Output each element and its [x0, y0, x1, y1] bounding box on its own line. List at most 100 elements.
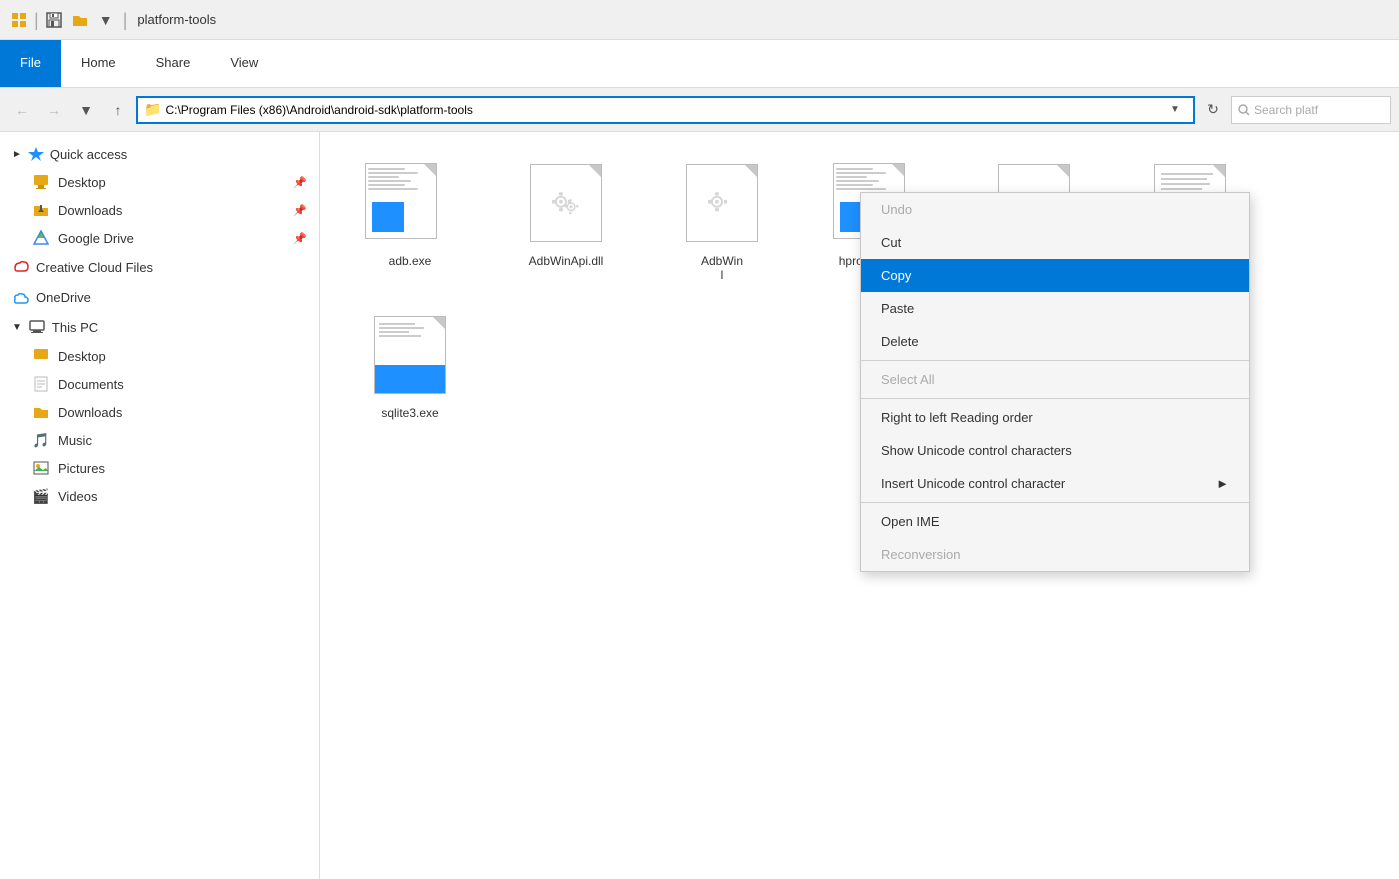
ctx-cut-label: Cut: [881, 235, 901, 250]
videos-icon: 🎬: [32, 487, 50, 505]
ctx-sep1: [861, 360, 1249, 361]
ctx-insert-unicode[interactable]: Insert Unicode control character ►: [861, 467, 1249, 500]
sidebar-onedrive-label: OneDrive: [36, 290, 91, 305]
pictures-icon: [32, 459, 50, 477]
titlebar-icon1: [8, 9, 30, 31]
address-bar: ← → ▼ ↑ 📁 C:\Program Files (x86)\Android…: [0, 88, 1399, 132]
desktop-icon: [32, 173, 50, 191]
dll-gear-icon: [547, 184, 585, 222]
ctx-copy-label: Copy: [881, 268, 911, 283]
title-bar: | ▼ | platform-tools: [0, 0, 1399, 40]
google-drive-icon: [32, 229, 50, 247]
sidebar-item-downloads[interactable]: Downloads 📌: [0, 196, 319, 224]
desktop-pin-icon: 📌: [293, 176, 307, 189]
search-placeholder: Search platf: [1254, 103, 1318, 117]
titlebar-quickstart[interactable]: | ▼: [8, 9, 117, 31]
ctx-open-ime[interactable]: Open IME: [861, 505, 1249, 538]
adbwinapi-dll-label: AdbWinApi.dll: [529, 254, 604, 268]
ctx-insert-unicode-arrow: ►: [1216, 476, 1229, 491]
nav-recent-btn[interactable]: ▼: [72, 96, 100, 124]
downloads-pin-icon: 📌: [293, 204, 307, 217]
ctx-insert-unicode-label: Insert Unicode control character: [881, 476, 1065, 491]
sidebar-this-pc[interactable]: ▼ This PC: [0, 312, 319, 342]
sidebar-item-documents[interactable]: Documents: [0, 370, 319, 398]
creative-cloud-icon: [12, 258, 30, 276]
sidebar-documents-label: Documents: [58, 377, 124, 392]
sidebar-pc-desktop-label: Desktop: [58, 349, 106, 364]
ctx-show-unicode-label: Show Unicode control characters: [881, 443, 1072, 458]
sidebar-google-drive-label: Google Drive: [58, 231, 134, 246]
ctx-select-all: Select All: [861, 363, 1249, 396]
tab-share[interactable]: Share: [136, 40, 211, 87]
ctx-cut[interactable]: Cut: [861, 226, 1249, 259]
ctx-reconversion: Reconversion: [861, 538, 1249, 571]
ctx-copy[interactable]: Copy: [861, 259, 1249, 292]
file-adbwinl[interactable]: AdbWinl: [652, 152, 792, 288]
sidebar-item-pictures[interactable]: Pictures: [0, 454, 319, 482]
sidebar-creative-cloud[interactable]: Creative Cloud Files: [0, 252, 319, 282]
tab-file[interactable]: File: [0, 40, 61, 87]
file-area: adb.exe: [320, 132, 1399, 879]
nav-back-btn[interactable]: ←: [8, 96, 36, 124]
pc-desktop-icon: [32, 347, 50, 365]
file-adb-exe[interactable]: adb.exe: [340, 152, 480, 288]
this-pc-chevron: ▼: [12, 322, 22, 333]
ctx-open-ime-label: Open IME: [881, 514, 940, 529]
address-text: C:\Program Files (x86)\Android\android-s…: [165, 103, 1159, 117]
google-drive-pin-icon: 📌: [293, 232, 307, 245]
music-icon: 🎵: [32, 431, 50, 449]
ctx-rtl-reading[interactable]: Right to left Reading order: [861, 401, 1249, 434]
sidebar-item-pc-downloads[interactable]: Downloads: [0, 398, 319, 426]
ctx-paste-label: Paste: [881, 301, 914, 316]
sidebar-desktop-label: Desktop: [58, 175, 106, 190]
titlebar-dropdown-btn[interactable]: ▼: [95, 9, 117, 31]
tab-view[interactable]: View: [210, 40, 278, 87]
titlebar-title: platform-tools: [137, 12, 216, 27]
search-box[interactable]: Search platf: [1231, 96, 1391, 124]
onedrive-icon: [12, 288, 30, 306]
nav-forward-btn[interactable]: →: [40, 96, 68, 124]
address-folder-icon: 📁: [144, 101, 161, 118]
sidebar-quick-access[interactable]: ► Quick access: [0, 140, 319, 168]
file-sqlite3-exe[interactable]: sqlite3.exe: [340, 304, 480, 426]
adb-exe-label: adb.exe: [389, 254, 432, 268]
sqlite3-exe-icon: [360, 310, 460, 400]
titlebar-save-btn[interactable]: [43, 9, 65, 31]
sidebar-item-videos[interactable]: 🎬 Videos: [0, 482, 319, 510]
adbwinl-label: AdbWinl: [701, 254, 743, 282]
ctx-show-unicode[interactable]: Show Unicode control characters: [861, 434, 1249, 467]
refresh-btn[interactable]: ↻: [1199, 96, 1227, 124]
ctx-paste[interactable]: Paste: [861, 292, 1249, 325]
sidebar-item-desktop[interactable]: Desktop 📌: [0, 168, 319, 196]
main-layout: ► Quick access Desktop 📌 Downloads 📌 Goo…: [0, 132, 1399, 879]
address-dropdown-btn[interactable]: ▼: [1163, 98, 1187, 122]
tab-home[interactable]: Home: [61, 40, 136, 87]
titlebar-folder-btn[interactable]: [69, 9, 91, 31]
sidebar-onedrive[interactable]: OneDrive: [0, 282, 319, 312]
file-adbwinapi-dll[interactable]: AdbWinApi.dll: [496, 152, 636, 288]
sqlite3-exe-label: sqlite3.exe: [381, 406, 438, 420]
ctx-undo-label: Undo: [881, 202, 912, 217]
context-menu: Undo Cut Copy Paste Delete Select All Ri…: [860, 192, 1250, 572]
sidebar-item-pc-desktop[interactable]: Desktop: [0, 342, 319, 370]
documents-icon: [32, 375, 50, 393]
quick-access-chevron: ►: [12, 149, 22, 160]
sidebar-item-music[interactable]: 🎵 Music: [0, 426, 319, 454]
ctx-delete-label: Delete: [881, 334, 919, 349]
sidebar-downloads-label: Downloads: [58, 203, 122, 218]
adbwinl-gear-icon: [703, 184, 741, 222]
ctx-sep3: [861, 502, 1249, 503]
ctx-delete[interactable]: Delete: [861, 325, 1249, 358]
search-icon: [1238, 104, 1250, 116]
address-input-wrapper[interactable]: 📁 C:\Program Files (x86)\Android\android…: [136, 96, 1195, 124]
this-pc-icon: [28, 318, 46, 336]
sidebar-item-google-drive[interactable]: Google Drive 📌: [0, 224, 319, 252]
ctx-reconversion-label: Reconversion: [881, 547, 961, 562]
adbwinapi-dll-icon: [516, 158, 616, 248]
pc-downloads-icon: [32, 403, 50, 421]
downloads-icon: [32, 201, 50, 219]
ribbon: File Home Share View: [0, 40, 1399, 88]
sidebar-videos-label: Videos: [58, 489, 98, 504]
nav-up-btn[interactable]: ↑: [104, 96, 132, 124]
ctx-undo: Undo: [861, 193, 1249, 226]
